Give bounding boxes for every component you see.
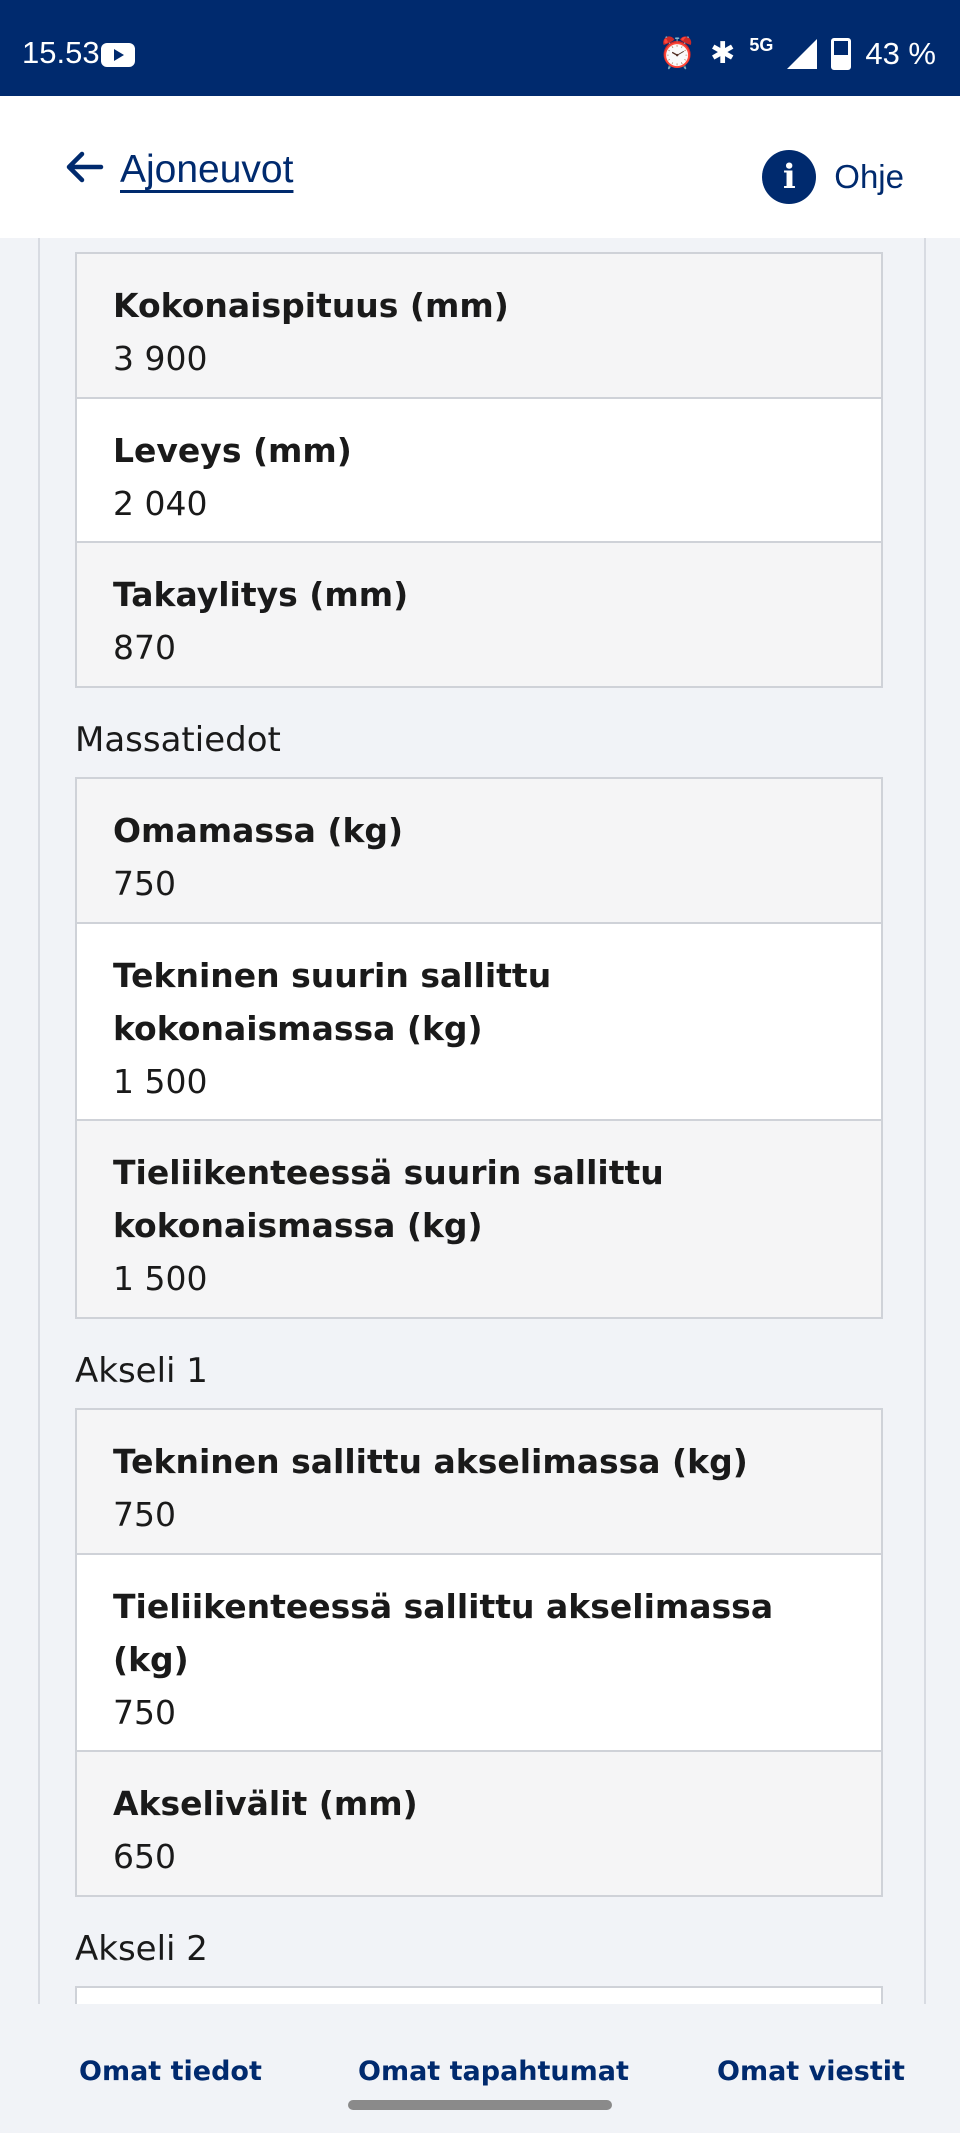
row-label: Tekninen suurin sallittu kokonaismassa (… <box>113 956 552 1048</box>
table-row: Akselivälit (mm) 650 <box>77 1752 881 1895</box>
help-label: Ohje <box>834 158 904 195</box>
table-row: Omamassa (kg) 750 <box>77 779 881 924</box>
section-title-axle1: Akseli 1 <box>75 1351 208 1391</box>
info-icon: i <box>762 150 817 204</box>
row-label: Akselivälit (mm) <box>113 1784 418 1823</box>
bluetooth-icon: ✱ <box>710 37 736 70</box>
back-link[interactable]: Ajoneuvot <box>64 148 293 192</box>
row-value: 1 500 <box>113 1259 208 1298</box>
table-row: Tekninen suurin sallittu kokonaismassa (… <box>77 924 881 1121</box>
row-value: 750 <box>113 1495 176 1534</box>
table-row: Tekninen sallittu akselimassa (kg) 750 <box>77 1410 881 1555</box>
row-label: Omamassa (kg) <box>113 811 404 850</box>
section-title-axle2: Akseli 2 <box>75 1929 208 1969</box>
table-row: Tieliikenteessä suurin sallittu kokonais… <box>77 1121 881 1317</box>
row-label: Kokonaispituus (mm) <box>113 286 509 325</box>
nav-omat-viestit[interactable]: Omat viestit <box>717 2056 905 2087</box>
app-header: Ajoneuvot i Ohje <box>0 96 960 238</box>
status-time: 15.53 <box>22 35 100 70</box>
axle2-table <box>75 1986 883 2004</box>
table-row: Leveys (mm) 2 040 <box>77 399 881 543</box>
back-link-label[interactable]: Ajoneuvot <box>120 148 293 192</box>
row-label: Tieliikenteessä suurin sallittu kokonais… <box>113 1153 664 1245</box>
row-value: 750 <box>113 1693 176 1732</box>
youtube-icon <box>101 43 135 67</box>
dimensions-table: Kokonaispituus (mm) 3 900 Leveys (mm) 2 … <box>75 252 883 688</box>
nav-omat-tapahtumat[interactable]: Omat tapahtumat <box>358 2056 629 2087</box>
table-row: Kokonaispituus (mm) 3 900 <box>77 254 881 399</box>
status-bar: 15.53 ⏰ ✱ 5G 43 % <box>0 0 960 96</box>
row-label: Leveys (mm) <box>113 431 352 470</box>
table-row: Tieliikenteessä sallittu akselimassa (kg… <box>77 1555 881 1752</box>
axle1-table: Tekninen sallittu akselimassa (kg) 750 T… <box>75 1408 883 1897</box>
table-row: Takaylitys (mm) 870 <box>77 543 881 686</box>
arrow-left-icon <box>64 150 108 190</box>
nav-omat-tiedot[interactable]: Omat tiedot <box>79 2056 262 2087</box>
mass-table: Omamassa (kg) 750 Tekninen suurin sallit… <box>75 777 883 1319</box>
network-type: 5G <box>749 34 774 55</box>
battery-percent: 43 % <box>865 36 936 71</box>
row-label: Tieliikenteessä sallittu akselimassa (kg… <box>113 1587 774 1679</box>
home-indicator[interactable] <box>348 2100 612 2110</box>
row-value: 750 <box>113 864 176 903</box>
help-button[interactable]: i Ohje <box>762 150 904 204</box>
signal-icon <box>787 39 818 69</box>
row-label: Takaylitys (mm) <box>113 575 409 614</box>
row-value: 3 900 <box>113 339 208 378</box>
row-value: 650 <box>113 1837 176 1876</box>
battery-icon <box>831 38 852 70</box>
row-label: Tekninen sallittu akselimassa (kg) <box>113 1442 748 1481</box>
row-value: 870 <box>113 628 176 667</box>
bottom-navigation: Omat tiedot Omat tapahtumat Omat viestit <box>0 2004 960 2133</box>
section-title-mass: Massatiedot <box>75 720 281 760</box>
status-icons: ⏰ ✱ 5G 43 % <box>659 34 936 74</box>
alarm-icon: ⏰ <box>658 37 697 70</box>
row-value: 1 500 <box>113 1062 208 1101</box>
row-value: 2 040 <box>113 484 208 523</box>
